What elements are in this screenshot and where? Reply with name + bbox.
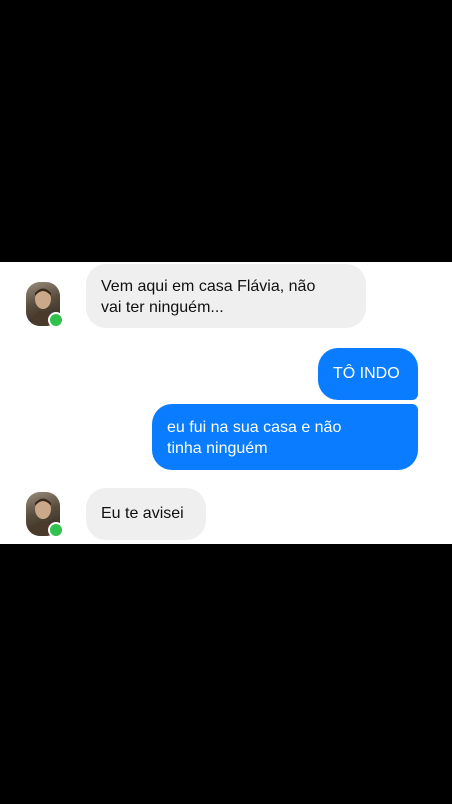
message-bubble-incoming[interactable]: Eu te avisei <box>86 488 206 540</box>
message-line: Eu te avisei <box>101 505 184 522</box>
online-status-icon <box>48 522 64 538</box>
contact-avatar[interactable] <box>26 492 64 538</box>
message-line: TÔ INDO <box>333 365 400 382</box>
message-line: Vem aqui em casa Flávia, não <box>101 278 316 295</box>
online-status-icon <box>48 312 64 328</box>
message-bubble-outgoing[interactable]: eu fui na sua casa e não tinha ninguém <box>152 404 418 470</box>
message-line: eu fui na sua casa e não <box>167 419 342 436</box>
message-line: vai ter ninguém... <box>101 299 224 316</box>
message-line: tinha ninguém <box>167 440 268 457</box>
message-bubble-outgoing[interactable]: TÔ INDO <box>318 348 418 400</box>
message-bubble-incoming[interactable]: Vem aqui em casa Flávia, não vai ter nin… <box>86 264 366 328</box>
contact-avatar[interactable] <box>26 282 64 328</box>
